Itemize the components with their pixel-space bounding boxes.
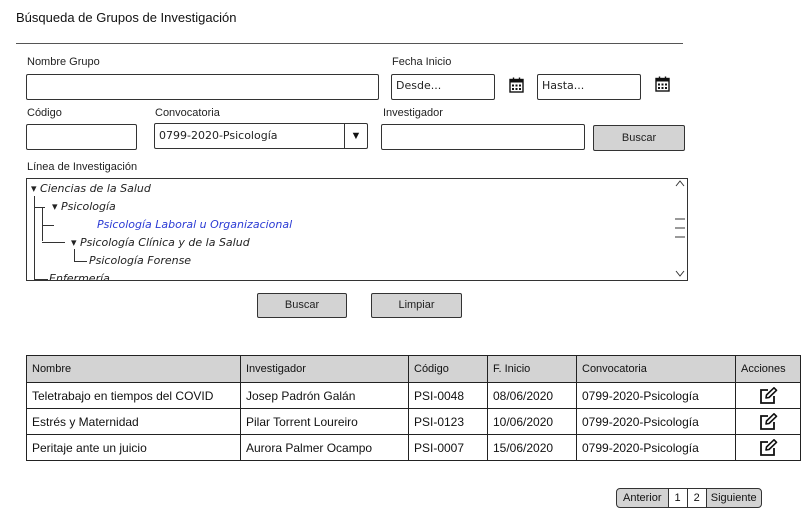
column-header: Acciones [735,355,801,383]
pagination-next-button[interactable]: Siguiente [705,489,761,507]
codigo-input[interactable] [26,124,137,150]
convocatoria-selected-value: 0799-2020-Psicología [159,129,278,142]
tree-node[interactable]: Psicología Forense [89,254,191,267]
cell-convocatoria: 0799-2020-Psicología [576,408,736,435]
convocatoria-label: Convocatoria [155,107,220,119]
fecha-hasta-input[interactable]: Hasta... [537,74,641,100]
cell-codigo: PSI-0048 [408,382,488,409]
cell-acciones [735,408,801,435]
linea-investigacion-label: Línea de Investigación [27,161,138,173]
cell-fecha: 15/06/2020 [487,434,577,461]
convocatoria-select[interactable]: 0799-2020-Psicología ▼ [154,123,368,149]
fecha-inicio-label: Fecha Inicio [392,56,452,68]
tree-node[interactable]: ▾ Ciencias de la Salud [31,182,151,195]
table-row[interactable]: Estrés y Maternidad Pilar Torrent Lourei… [26,408,801,435]
edit-icon[interactable] [758,412,778,431]
cell-convocatoria: 0799-2020-Psicología [576,382,736,409]
tree-node[interactable]: ▾ Psicología Clínica y de la Salud [71,236,250,249]
buscar-button[interactable]: Buscar [257,293,347,318]
cell-nombre: Estrés y Maternidad [26,408,241,435]
cell-nombre: Teletrabajo en tiempos del COVID [26,382,241,409]
investigador-label: Investigador [383,107,443,119]
header-divider [16,43,683,44]
cell-investigador: Pilar Torrent Loureiro [240,408,409,435]
linea-investigacion-tree[interactable]: ▾ Ciencias de la Salud ▾ Psicología Psic… [26,178,688,281]
calendar-icon[interactable] [509,77,524,93]
cell-nombre: Peritaje ante un juicio [26,434,241,461]
nombre-grupo-input[interactable] [26,74,379,100]
cell-codigo: PSI-0007 [408,434,488,461]
results-table: Nombre Investigador Código F. Inicio Con… [26,355,801,461]
tree-node[interactable]: ▾ Psicología [52,200,116,213]
codigo-label: Código [27,107,62,119]
pagination: Anterior 1 2 Siguiente [616,488,762,508]
tree-node[interactable]: Enfermería [49,272,110,280]
edit-icon[interactable] [758,438,778,457]
cell-convocatoria: 0799-2020-Psicología [576,434,736,461]
pagination-prev-button[interactable]: Anterior [617,489,668,507]
column-header[interactable]: F. Inicio [487,355,577,383]
scrollbar-graphic [675,180,685,277]
pagination-page-2[interactable]: 2 [686,489,706,507]
buscar-inline-button[interactable]: Buscar [593,125,685,151]
column-header[interactable]: Código [408,355,488,383]
page-title: Búsqueda de Grupos de Investigación [16,10,237,25]
investigador-input[interactable] [381,124,585,150]
chevron-down-icon[interactable]: ▼ [344,124,367,148]
fecha-desde-input[interactable]: Desde... [391,74,495,100]
table-row[interactable]: Teletrabajo en tiempos del COVID Josep P… [26,382,801,409]
column-header[interactable]: Nombre [26,355,241,383]
edit-icon[interactable] [758,386,778,405]
calendar-icon[interactable] [655,76,670,92]
column-header[interactable]: Investigador [240,355,409,383]
column-header[interactable]: Convocatoria [576,355,736,383]
table-header-row: Nombre Investigador Código F. Inicio Con… [26,355,801,383]
table-row[interactable]: Peritaje ante un juicio Aurora Palmer Oc… [26,434,801,461]
cell-fecha: 10/06/2020 [487,408,577,435]
cell-codigo: PSI-0123 [408,408,488,435]
limpiar-button[interactable]: Limpiar [371,293,462,318]
pagination-page-1[interactable]: 1 [667,489,687,507]
tree-node-selected[interactable]: Psicología Laboral u Organizacional [97,218,292,231]
cell-acciones [735,434,801,461]
cell-investigador: Josep Padrón Galán [240,382,409,409]
cell-acciones [735,382,801,409]
cell-fecha: 08/06/2020 [487,382,577,409]
tree-scrollbar[interactable] [673,179,687,280]
cell-investigador: Aurora Palmer Ocampo [240,434,409,461]
nombre-grupo-label: Nombre Grupo [27,56,100,68]
